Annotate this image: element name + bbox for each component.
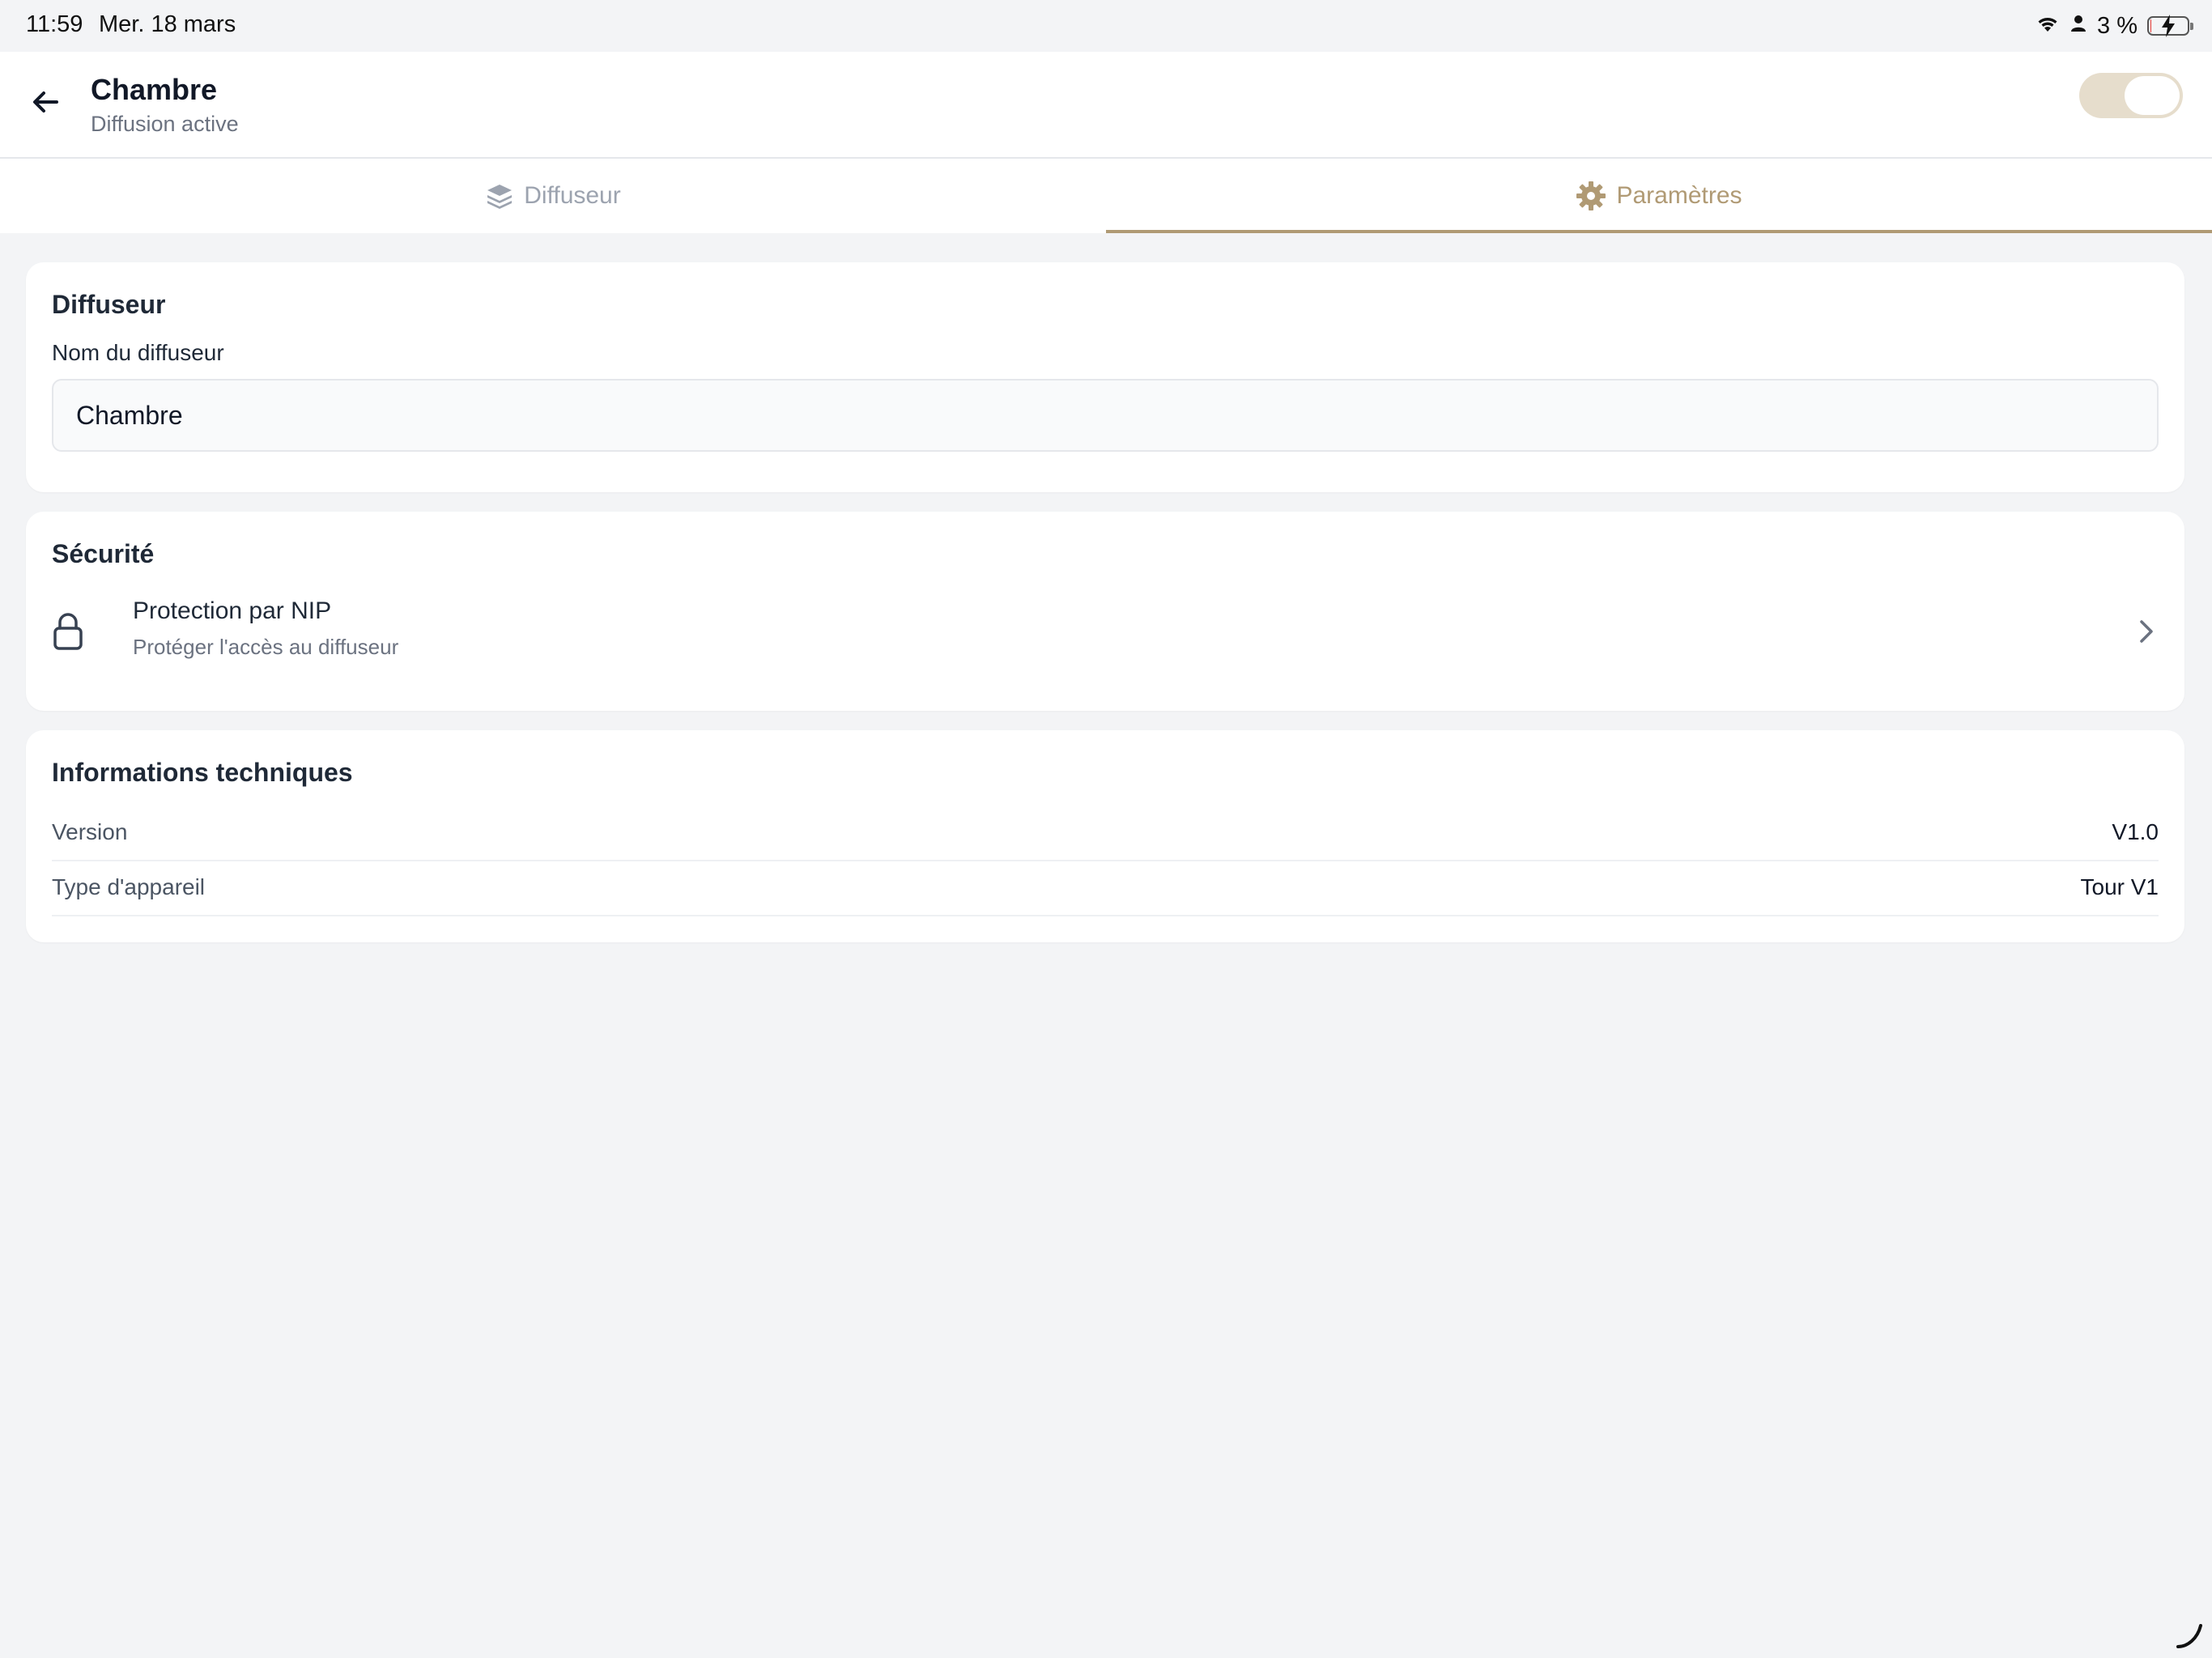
person-icon bbox=[2069, 13, 2087, 40]
name-field-label: Nom du diffuseur bbox=[52, 340, 224, 365]
battery-fill bbox=[2150, 19, 2152, 32]
section-title: Sécurité bbox=[52, 539, 155, 568]
tab-diffuseur-label: Diffuseur bbox=[524, 182, 621, 209]
gear-icon bbox=[1576, 181, 1606, 210]
page-title: Chambre bbox=[91, 73, 218, 106]
status-date: Mer. 18 mars bbox=[99, 11, 236, 37]
tab-diffuseur[interactable]: Diffuseur bbox=[0, 159, 1106, 233]
info-row-version: Version V1.0 bbox=[52, 808, 2159, 861]
lock-icon bbox=[53, 613, 83, 650]
info-value: Tour V1 bbox=[2080, 874, 2159, 899]
tab-parametres[interactable]: Paramètres bbox=[1106, 159, 2212, 233]
pin-protection-label: Protection par NIP bbox=[133, 597, 332, 624]
corner-handle-icon bbox=[2176, 1624, 2202, 1648]
layers-icon bbox=[487, 185, 513, 209]
battery-percent: 3 % bbox=[2097, 12, 2138, 39]
info-key: Type d'appareil bbox=[52, 874, 206, 899]
app-header: Chambre Diffusion active bbox=[0, 52, 2212, 159]
arrow-left-icon bbox=[33, 91, 58, 113]
tab-bar: Diffuseur Paramètres bbox=[0, 159, 2212, 233]
status-time: 11:59 bbox=[26, 11, 83, 37]
diffuser-card: Diffuseur Nom du diffuseur Chambre bbox=[26, 262, 2184, 492]
wifi-icon bbox=[2035, 13, 2060, 40]
diffuser-name-value: Chambre bbox=[76, 400, 183, 430]
tech-info-card: Informations techniques Version V1.0 Typ… bbox=[26, 730, 2184, 942]
info-value: V1.0 bbox=[2112, 819, 2159, 844]
status-bar: 11:59 Mer. 18 mars 3 % bbox=[0, 0, 2212, 52]
section-title: Informations techniques bbox=[52, 758, 353, 787]
toggle-knob bbox=[2125, 76, 2180, 115]
pin-protection-description: Protéger l'accès au diffuseur bbox=[133, 635, 399, 659]
info-row-device-type: Type d'appareil Tour V1 bbox=[52, 863, 2159, 916]
battery-charging-icon bbox=[2147, 15, 2193, 37]
security-card: Sécurité Protection par NIP Protéger l'a… bbox=[26, 512, 2184, 711]
section-title: Diffuseur bbox=[52, 290, 166, 319]
tab-parametres-label: Paramètres bbox=[1616, 182, 1742, 209]
back-button[interactable] bbox=[24, 81, 66, 123]
page-subtitle: Diffusion active bbox=[91, 112, 239, 136]
pin-protection-row[interactable]: Protection par NIP Protéger l'accès au d… bbox=[52, 594, 2159, 667]
diffusion-toggle[interactable] bbox=[2079, 73, 2183, 118]
info-key: Version bbox=[52, 819, 128, 844]
diffuser-name-input[interactable]: Chambre bbox=[52, 379, 2159, 452]
status-icons: 3 % bbox=[2035, 11, 2193, 40]
chevron-right-icon bbox=[2140, 620, 2153, 643]
